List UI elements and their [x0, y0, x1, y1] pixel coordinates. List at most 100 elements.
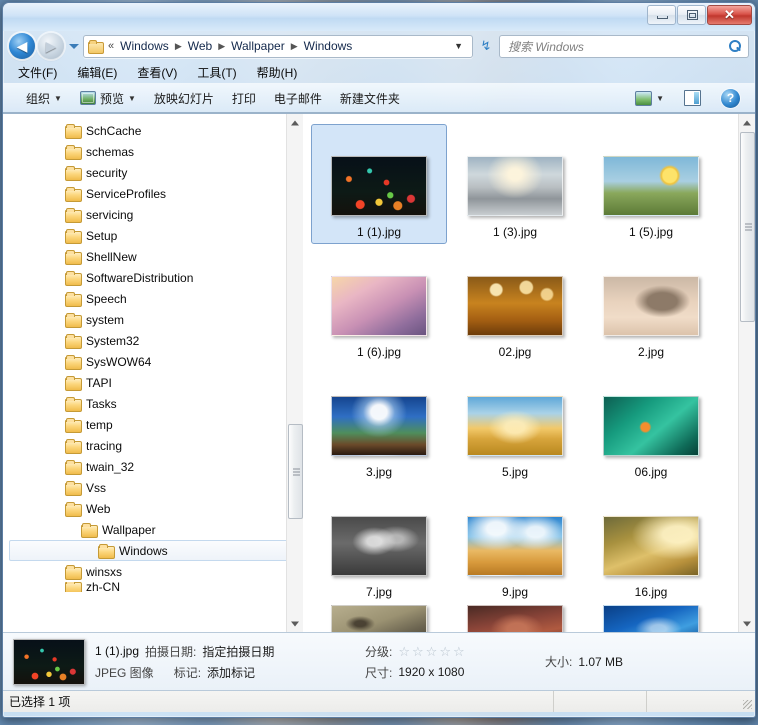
tree-item[interactable]: TAPI [3, 372, 303, 393]
tree-item[interactable]: SysWOW64 [3, 351, 303, 372]
help-button[interactable]: ? [712, 85, 749, 112]
filepane-scroll-thumb[interactable] [740, 132, 755, 322]
status-segment [553, 691, 646, 712]
file-tile[interactable]: 06.jpg [583, 364, 719, 484]
print-button[interactable]: 打印 [223, 86, 265, 111]
tree-item[interactable]: system [3, 309, 303, 330]
tree-item[interactable]: winsxs [3, 561, 303, 582]
menu-edit[interactable]: 编辑(E) [74, 63, 120, 82]
star-icon[interactable]: ☆ [439, 645, 451, 658]
file-tile[interactable]: 1 (6).jpg [311, 244, 447, 364]
menu-help[interactable]: 帮助(H) [254, 63, 301, 82]
tree-item[interactable]: SchCache [3, 120, 303, 141]
star-icon[interactable]: ☆ [426, 645, 438, 658]
back-arrow-icon: ◀ [17, 39, 28, 53]
file-list-pane: 1 (1).jpg1 (3).jpg1 (5).jpg 1 (6).jpg02.j… [303, 114, 755, 632]
breadcrumb[interactable]: « Windows ▶ Web ▶ Wallpaper ▶ Windows ▼ [83, 35, 473, 58]
file-tile[interactable] [311, 604, 447, 632]
tree-item[interactable]: zh-CN [3, 582, 303, 592]
rating-stars[interactable]: ☆ ☆ ☆ ☆ ☆ [398, 645, 464, 658]
file-tile[interactable]: 1 (1).jpg [311, 124, 447, 244]
navpane-scrollbar[interactable] [286, 114, 303, 632]
file-tile[interactable]: 1 (5).jpg [583, 124, 719, 244]
tree-item[interactable]: security [3, 162, 303, 183]
close-button[interactable]: ✕ [707, 5, 752, 25]
search-icon [728, 39, 742, 53]
tree-item[interactable]: schemas [3, 141, 303, 162]
file-tile[interactable]: 3.jpg [311, 364, 447, 484]
breadcrumb-separator-icon[interactable]: ▶ [174, 41, 183, 52]
breadcrumb-item-windows-current[interactable]: Windows [301, 38, 356, 54]
tree-item[interactable]: ServiceProfiles [3, 183, 303, 204]
breadcrumb-separator-icon[interactable]: ▶ [290, 41, 299, 52]
file-tile[interactable]: 1 (3).jpg [447, 124, 583, 244]
tree-item[interactable]: Wallpaper [3, 519, 303, 540]
scroll-down-arrow-icon[interactable] [739, 615, 755, 632]
star-icon[interactable]: ☆ [453, 645, 465, 658]
change-view-button[interactable]: ▼ [626, 87, 673, 110]
breadcrumb-item-web[interactable]: Web [185, 38, 215, 54]
resize-grip[interactable] [739, 691, 755, 712]
back-button[interactable]: ◀ [9, 33, 35, 59]
file-name-label: 3.jpg [366, 465, 392, 479]
tree-item[interactable]: twain_32 [3, 456, 303, 477]
tree-item[interactable]: temp [3, 414, 303, 435]
filepane-scrollbar[interactable] [738, 114, 755, 632]
file-tile[interactable]: 9.jpg [447, 484, 583, 604]
toolbar-right-group: ▼ ? [626, 85, 749, 112]
menu-tools[interactable]: 工具(T) [194, 63, 239, 82]
scroll-down-arrow-icon[interactable] [287, 615, 303, 632]
tree-item[interactable]: tracing [3, 435, 303, 456]
history-dropdown-button[interactable] [67, 33, 80, 59]
email-button[interactable]: 电子邮件 [265, 86, 331, 111]
menu-view[interactable]: 查看(V) [134, 63, 180, 82]
restore-button[interactable] [677, 5, 706, 25]
file-thumbnail [467, 156, 563, 216]
tree-item[interactable]: Tasks [3, 393, 303, 414]
minimize-button[interactable] [647, 5, 676, 25]
star-icon[interactable]: ☆ [412, 645, 424, 658]
chevron-down-icon[interactable]: ▼ [449, 41, 468, 51]
tree-item[interactable]: servicing [3, 204, 303, 225]
navpane-scroll-thumb[interactable] [288, 424, 303, 519]
breadcrumb-item-windows[interactable]: Windows [117, 38, 172, 54]
file-tile[interactable]: 7.jpg [311, 484, 447, 604]
file-tile[interactable]: 2.jpg [583, 244, 719, 364]
tree-item[interactable]: System32 [3, 330, 303, 351]
search-input[interactable]: 搜索 Windows [499, 35, 749, 58]
tree-item[interactable]: Web [3, 498, 303, 519]
show-preview-pane-button[interactable] [675, 86, 710, 110]
details-size-value: 1.07 MB [578, 655, 623, 669]
file-tile[interactable]: 02.jpg [447, 244, 583, 364]
refresh-button[interactable]: ↯ [476, 35, 496, 57]
file-tile[interactable]: 16.jpg [583, 484, 719, 604]
folder-icon [65, 229, 81, 243]
file-tile[interactable] [447, 604, 583, 632]
tree-item[interactable]: Vss [3, 477, 303, 498]
new-folder-button[interactable]: 新建文件夹 [331, 86, 409, 111]
tree-item[interactable]: Setup [3, 225, 303, 246]
file-thumbnail [331, 516, 427, 576]
tree-item[interactable]: SoftwareDistribution [3, 267, 303, 288]
overflow-chevron-icon[interactable]: « [107, 40, 115, 52]
preview-button[interactable]: 预览 ▼ [71, 86, 145, 111]
folder-icon [65, 355, 81, 369]
breadcrumb-separator-icon[interactable]: ▶ [217, 41, 226, 52]
scroll-up-arrow-icon[interactable] [287, 114, 303, 131]
organize-button[interactable]: 组织 ▼ [17, 86, 71, 111]
file-tile[interactable]: 5.jpg [447, 364, 583, 484]
folder-icon [65, 502, 81, 516]
star-icon[interactable]: ☆ [398, 645, 410, 658]
forward-button[interactable]: ▶ [38, 33, 64, 59]
file-tile[interactable] [583, 604, 719, 632]
details-dimensions-label: 尺寸: [365, 664, 392, 681]
slideshow-button[interactable]: 放映幻灯片 [145, 86, 223, 111]
menu-file[interactable]: 文件(F) [15, 63, 60, 82]
details-date-value[interactable]: 指定拍摄日期 [202, 643, 274, 660]
breadcrumb-item-wallpaper[interactable]: Wallpaper [228, 38, 288, 54]
tree-item[interactable]: ShellNew [3, 246, 303, 267]
details-tags-value[interactable]: 添加标记 [207, 664, 255, 681]
tree-item[interactable]: Windows [9, 540, 295, 561]
tree-item[interactable]: Speech [3, 288, 303, 309]
scroll-up-arrow-icon[interactable] [739, 114, 755, 131]
